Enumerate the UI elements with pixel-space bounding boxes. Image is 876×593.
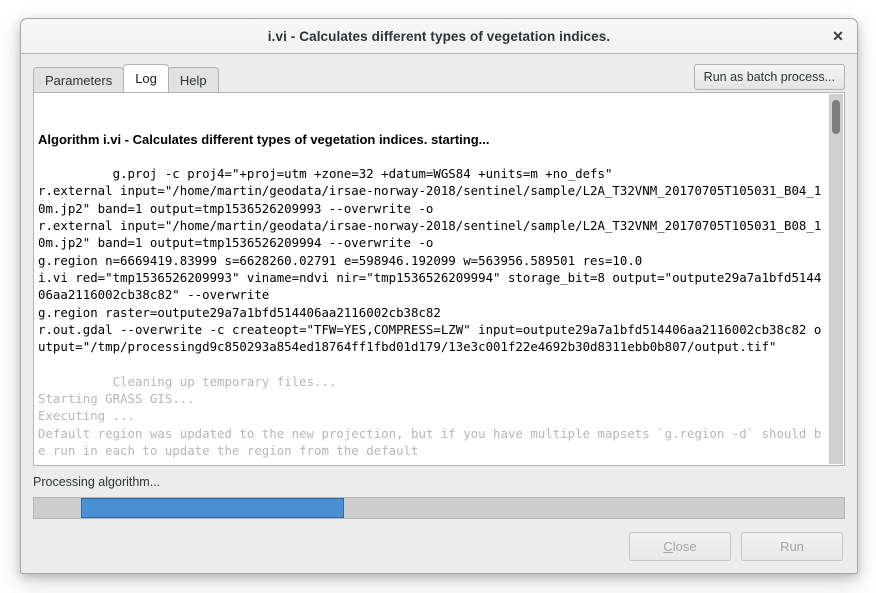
progress-bar-chunk — [80, 498, 345, 518]
tab-help[interactable]: Help — [167, 67, 219, 92]
log-dim-body: Cleaning up temporary files... Starting … — [38, 373, 822, 458]
log-panel: Algorithm i.vi - Calculates different ty… — [33, 92, 845, 466]
log-header: Algorithm i.vi - Calculates different ty… — [38, 131, 490, 147]
tab-log[interactable]: Log — [123, 64, 169, 92]
log-scrollbar[interactable] — [829, 94, 843, 464]
progress-bar — [33, 497, 845, 519]
log-text: Algorithm i.vi - Calculates different ty… — [38, 96, 826, 465]
dialog-window: i.vi - Calculates different types of veg… — [20, 18, 858, 574]
dialog-content: Parameters Log Help Run as batch process… — [21, 54, 857, 466]
dialog-button-row: Close Run — [21, 519, 857, 573]
close-button[interactable]: Close — [629, 532, 731, 561]
log-body: g.proj -c proj4="+proj=utm +zone=32 +dat… — [38, 166, 822, 355]
close-icon[interactable]: ✕ — [825, 23, 851, 49]
close-button-mnemonic: C — [663, 539, 673, 554]
status-area: Processing algorithm... — [21, 466, 857, 519]
window-title: i.vi - Calculates different types of veg… — [267, 28, 611, 44]
title-bar: i.vi - Calculates different types of veg… — [21, 19, 857, 54]
run-as-batch-button[interactable]: Run as batch process... — [693, 64, 845, 90]
status-message: Processing algorithm... — [33, 475, 161, 489]
run-button[interactable]: Run — [741, 532, 843, 561]
tab-list: Parameters Log Help — [33, 64, 219, 92]
log-scrollbar-thumb[interactable] — [832, 100, 840, 134]
tab-parameters[interactable]: Parameters — [33, 67, 125, 92]
close-button-label: lose — [672, 539, 697, 554]
tab-bar: Parameters Log Help Run as batch process… — [33, 64, 845, 92]
screen: { "window": { "title": "i.vi - Calculate… — [0, 0, 876, 593]
